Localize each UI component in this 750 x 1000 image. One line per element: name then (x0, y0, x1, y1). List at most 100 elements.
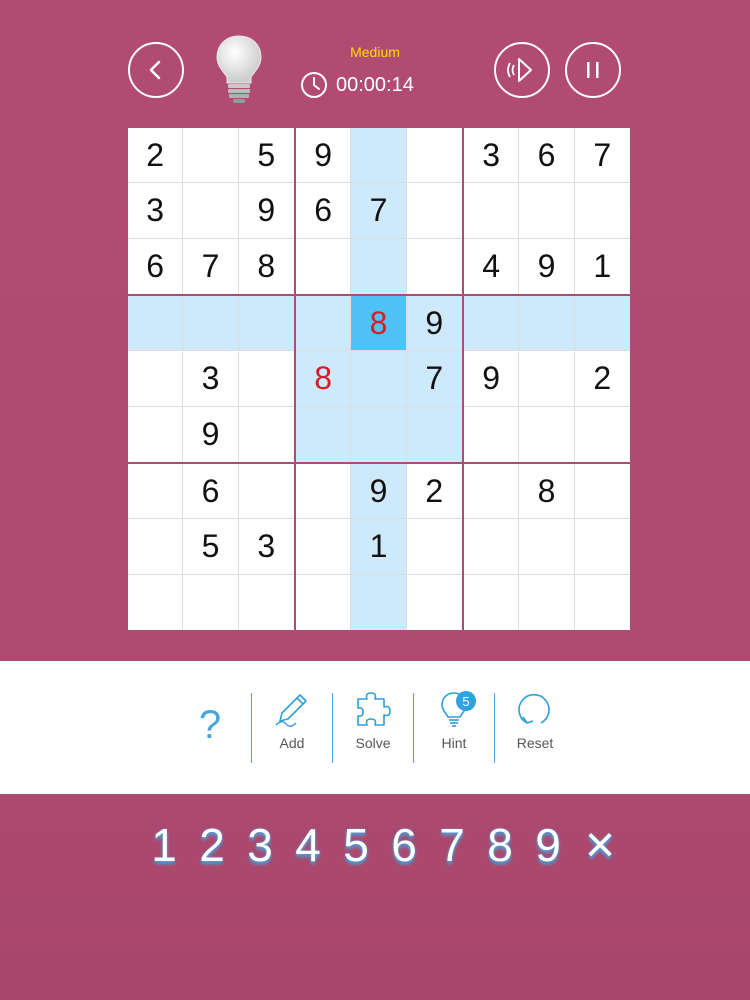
lightbulb-icon[interactable] (212, 33, 266, 105)
sudoku-cell[interactable] (296, 574, 352, 630)
help-button[interactable]: ? (170, 689, 250, 769)
sudoku-cell[interactable]: 9 (464, 351, 520, 407)
sound-button[interactable] (494, 42, 550, 98)
sudoku-cell[interactable]: 8 (519, 464, 575, 520)
sudoku-cell[interactable]: 2 (128, 128, 184, 184)
sudoku-cell[interactable] (464, 574, 520, 630)
sudoku-cell[interactable]: 4 (464, 238, 520, 294)
number-key-7[interactable]: 7 (428, 815, 476, 875)
back-button[interactable] (128, 42, 184, 98)
sudoku-cell[interactable] (406, 519, 462, 575)
sudoku-cell[interactable] (519, 574, 575, 630)
sudoku-cell[interactable] (351, 238, 407, 294)
sudoku-cell[interactable] (574, 406, 630, 462)
number-key-5[interactable]: 5 (332, 815, 380, 875)
sudoku-cell[interactable] (296, 519, 352, 575)
sudoku-cell[interactable]: 6 (128, 238, 184, 294)
sudoku-cell[interactable] (128, 351, 184, 407)
number-key-6[interactable]: 6 (380, 815, 428, 875)
pause-button[interactable] (565, 42, 621, 98)
sudoku-cell[interactable] (574, 519, 630, 575)
sudoku-cell[interactable]: 3 (238, 519, 294, 575)
number-key-4[interactable]: 4 (284, 815, 332, 875)
sudoku-cell[interactable]: 9 (238, 183, 294, 239)
number-key-3[interactable]: 3 (236, 815, 284, 875)
sudoku-cell[interactable]: 9 (406, 296, 462, 352)
sudoku-cell[interactable] (128, 406, 184, 462)
sudoku-cell[interactable] (238, 574, 294, 630)
sudoku-cell[interactable]: 6 (183, 464, 239, 520)
sudoku-cell[interactable] (406, 183, 462, 239)
clear-key[interactable]: × (576, 815, 624, 875)
sudoku-cell[interactable]: 3 (183, 351, 239, 407)
sudoku-cell[interactable] (128, 464, 184, 520)
sudoku-cell[interactable] (519, 406, 575, 462)
sudoku-cell[interactable]: 8 (351, 296, 407, 352)
sudoku-cell[interactable] (351, 574, 407, 630)
sudoku-cell[interactable]: 7 (406, 351, 462, 407)
sudoku-cell[interactable]: 6 (519, 128, 575, 184)
sudoku-cell[interactable] (183, 128, 239, 184)
sudoku-cell[interactable]: 9 (296, 128, 352, 184)
sudoku-cell[interactable] (183, 183, 239, 239)
sudoku-cell[interactable] (519, 183, 575, 239)
sudoku-cell[interactable]: 7 (351, 183, 407, 239)
sudoku-cell[interactable]: 9 (183, 406, 239, 462)
sudoku-cell[interactable] (519, 296, 575, 352)
sudoku-cell[interactable] (519, 519, 575, 575)
sudoku-cell[interactable] (519, 351, 575, 407)
sudoku-cell[interactable] (296, 406, 352, 462)
sudoku-cell[interactable]: 2 (574, 351, 630, 407)
sudoku-cell[interactable] (351, 128, 407, 184)
sudoku-cell[interactable]: 7 (574, 128, 630, 184)
sudoku-cell[interactable] (464, 519, 520, 575)
sudoku-cell[interactable] (238, 351, 294, 407)
sudoku-cell[interactable] (183, 574, 239, 630)
sudoku-cell[interactable]: 3 (128, 183, 184, 239)
number-key-9[interactable]: 9 (524, 815, 572, 875)
reset-button[interactable]: Reset (495, 689, 575, 769)
sudoku-cell[interactable]: 8 (296, 351, 352, 407)
sudoku-cell[interactable] (128, 296, 184, 352)
sudoku-cell[interactable] (464, 464, 520, 520)
sudoku-cell[interactable] (574, 183, 630, 239)
sudoku-cell[interactable] (351, 351, 407, 407)
number-key-2[interactable]: 2 (188, 815, 236, 875)
sudoku-cell[interactable] (128, 519, 184, 575)
sudoku-cell[interactable] (464, 183, 520, 239)
sudoku-cell[interactable]: 6 (296, 183, 352, 239)
sudoku-cell[interactable]: 5 (183, 519, 239, 575)
sudoku-cell[interactable] (406, 574, 462, 630)
sudoku-cell[interactable] (406, 238, 462, 294)
sudoku-cell[interactable] (128, 574, 184, 630)
sudoku-cell[interactable] (574, 574, 630, 630)
sudoku-cell[interactable] (406, 128, 462, 184)
add-button[interactable]: Add (252, 689, 332, 769)
number-key-8[interactable]: 8 (476, 815, 524, 875)
sudoku-cell[interactable]: 9 (519, 238, 575, 294)
sudoku-cell[interactable] (238, 406, 294, 462)
hint-button[interactable]: 5 Hint (414, 689, 494, 769)
sudoku-cell[interactable]: 1 (351, 519, 407, 575)
sudoku-cell[interactable]: 9 (351, 464, 407, 520)
sudoku-cell[interactable]: 1 (574, 238, 630, 294)
sudoku-cell[interactable] (351, 406, 407, 462)
solve-button[interactable]: Solve (333, 689, 413, 769)
number-key-1[interactable]: 1 (140, 815, 188, 875)
sudoku-cell[interactable] (238, 296, 294, 352)
sudoku-cell[interactable] (183, 296, 239, 352)
sudoku-cell[interactable]: 3 (464, 128, 520, 184)
sudoku-cell[interactable] (238, 464, 294, 520)
sudoku-cell[interactable] (296, 464, 352, 520)
sudoku-cell[interactable]: 7 (183, 238, 239, 294)
sudoku-cell[interactable] (296, 296, 352, 352)
sudoku-cell[interactable] (574, 296, 630, 352)
sudoku-cell[interactable] (406, 406, 462, 462)
sudoku-cell[interactable]: 5 (238, 128, 294, 184)
sudoku-cell[interactable]: 2 (406, 464, 462, 520)
sudoku-cell[interactable]: 8 (238, 238, 294, 294)
sudoku-cell[interactable] (464, 406, 520, 462)
sudoku-cell[interactable] (296, 238, 352, 294)
sudoku-cell[interactable] (574, 464, 630, 520)
sudoku-cell[interactable] (464, 296, 520, 352)
